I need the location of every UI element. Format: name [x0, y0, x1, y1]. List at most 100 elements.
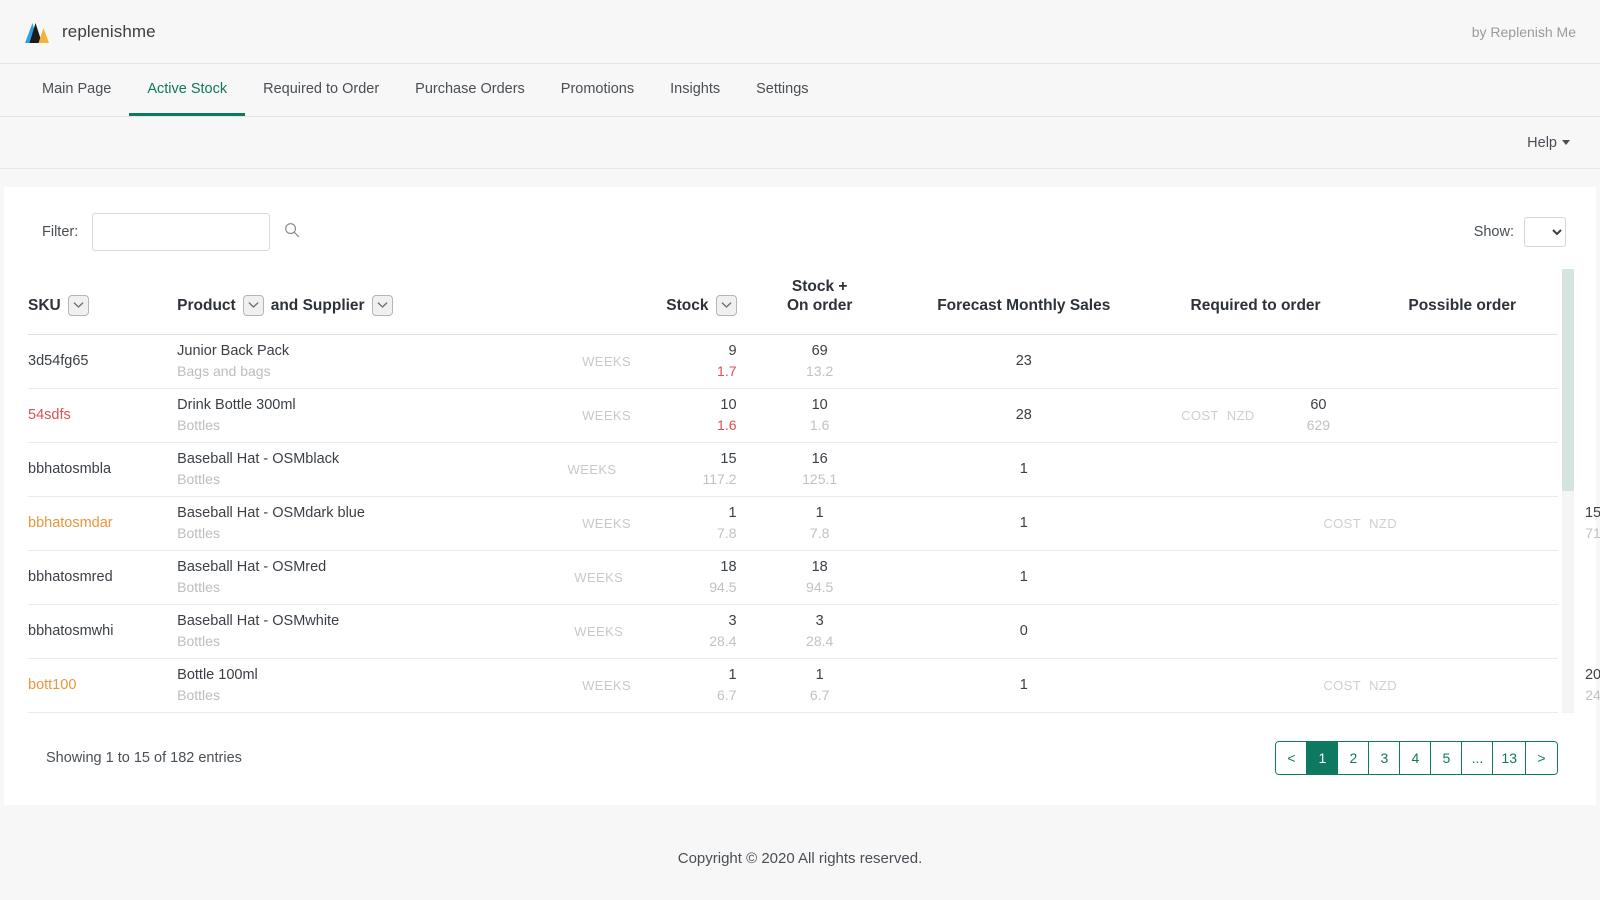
show-label: Show: [1474, 224, 1514, 240]
cost-currency-label: COST NZD [1323, 516, 1397, 531]
tab-settings[interactable]: Settings [738, 64, 826, 116]
stock-weeks-value: 6.7 [717, 687, 736, 705]
pagination-next[interactable]: > [1526, 742, 1557, 774]
th-forecast: Forecast Monthly Sales [903, 269, 1145, 334]
scrollbar-thumb[interactable] [1562, 269, 1574, 491]
table-vertical-scrollbar[interactable] [1562, 269, 1574, 713]
stock-sort-chevron-down-icon[interactable] [716, 295, 737, 316]
cost-currency-label: COST NZD [1323, 678, 1397, 693]
stock-weeks-value: 1.6 [717, 417, 736, 435]
tab-insights[interactable]: Insights [652, 64, 738, 116]
cell-product: Baseball Hat - OSMredBottles [177, 550, 510, 604]
table-toolbar: Filter: Show: 152550100 [4, 187, 1596, 269]
filter-input[interactable] [103, 224, 284, 240]
pagination: <12345...13> [1275, 741, 1558, 775]
pagination-ellipsis[interactable]: ... [1462, 742, 1493, 774]
table-row[interactable]: bbhatosmredBaseball Hat - OSMredBottlesW… [28, 550, 1558, 604]
pagination-page-5[interactable]: 5 [1431, 742, 1462, 774]
caret-down-icon [1562, 140, 1570, 145]
cell-possible-order [1366, 334, 1558, 388]
help-dropdown[interactable]: Help [1527, 135, 1570, 151]
sku-value[interactable]: 3d54fg65 [28, 353, 88, 369]
forecast-value: 1 [903, 460, 1145, 478]
cell-stock: WEEKS328.4 [510, 604, 737, 658]
sku-value[interactable]: bbhatosmdar [28, 515, 113, 531]
stock-weeks-value: 7.8 [717, 525, 736, 543]
mountain-logo-icon [24, 20, 50, 44]
cell-stock: WEEKS91.7 [510, 334, 737, 388]
cell-stock-on-order: 16.7 [737, 658, 903, 712]
brand-byline: by Replenish Me [1472, 24, 1576, 40]
cell-stock-on-order: 6913.2 [737, 334, 903, 388]
tab-promotions[interactable]: Promotions [543, 64, 652, 116]
table-row[interactable]: bbhatosmdar Baseball Hat - OSMdark blueBo… [28, 496, 1558, 550]
stock-value: 3 [709, 612, 736, 630]
table-row[interactable]: bott100Bottle 100mlBottlesWEEKS16.716.71… [28, 658, 1558, 712]
forecast-value: 1 [903, 514, 1145, 532]
table-footer: Showing 1 to 15 of 182 entries <12345...… [4, 713, 1596, 805]
pagination-prev[interactable]: < [1276, 742, 1307, 774]
filter-label: Filter: [42, 224, 78, 240]
cell-sku: 54sdfs [28, 388, 177, 442]
product-sort-chevron-down-icon[interactable] [243, 295, 264, 316]
pagination-page-1[interactable]: 1 [1307, 742, 1338, 774]
cell-product: Baseball Hat - OSMdark blueBottles [177, 496, 510, 550]
stock-table: SKU Product [28, 269, 1558, 713]
forecast-value: 28 [903, 406, 1145, 424]
search-icon [284, 222, 300, 243]
table-row[interactable]: 54sdfs Drink Bottle 300mlBottles WEEKS 10 1.… [28, 388, 1558, 442]
brand-logo-group[interactable]: replenishme [24, 20, 156, 44]
sku-value[interactable]: bott100 [28, 677, 76, 693]
table-row[interactable]: bbhatosmwhiBaseball Hat - OSMwhiteBottle… [28, 604, 1558, 658]
possible-value: 20 [1585, 666, 1600, 684]
cell-sku: 3d54fg65 [28, 334, 177, 388]
sku-value[interactable]: bbhatosmred [28, 569, 113, 585]
show-entries-select[interactable]: 152550100 [1524, 217, 1566, 247]
tab-active-stock[interactable]: Active Stock [129, 64, 245, 116]
header-row: SKU Product [28, 269, 1558, 334]
cell-sku: bbhatosmdar [28, 496, 177, 550]
weeks-label: WEEKS [582, 408, 631, 423]
main-nav: Main Page Active Stock Required to Order… [0, 64, 1600, 117]
pagination-page-13[interactable]: 13 [1493, 742, 1526, 774]
stock-value: 15 [703, 450, 737, 468]
sku-value[interactable]: bbhatosmwhi [28, 623, 113, 639]
brand-name: replenishme [62, 22, 156, 42]
table-row[interactable]: bbhatosmblaBaseball Hat - OSMblackBottle… [28, 442, 1558, 496]
tab-purchase-orders[interactable]: Purchase Orders [397, 64, 543, 116]
product-name: Baseball Hat - OSMred [177, 558, 510, 576]
pagination-page-4[interactable]: 4 [1400, 742, 1431, 774]
tab-required-to-order[interactable]: Required to Order [245, 64, 397, 116]
table-row[interactable]: 3d54fg65Junior Back PackBags and bagsWEE… [28, 334, 1558, 388]
sku-sort-chevron-down-icon[interactable] [68, 295, 89, 316]
forecast-value: 0 [903, 622, 1145, 640]
forecast-value: 23 [903, 352, 1145, 370]
sku-value[interactable]: bbhatosmbla [28, 461, 111, 477]
weeks-label: WEEKS [582, 678, 631, 693]
on-order-value: 18 [737, 558, 903, 576]
filter-input-wrap[interactable] [92, 213, 270, 251]
stock-value: 10 [717, 396, 736, 414]
weeks-label: WEEKS [582, 354, 631, 369]
th-stock-label: Stock [666, 296, 708, 315]
supplier-sort-chevron-down-icon[interactable] [372, 295, 393, 316]
cell-sku: bbhatosmwhi [28, 604, 177, 658]
cell-required-to-order [1145, 604, 1367, 658]
cell-required-to-order: COST NZD60629 [1145, 388, 1367, 442]
cell-stock: WEEKS17.8 [510, 496, 737, 550]
th-on-order-line1: Stock + [737, 277, 903, 296]
pagination-page-3[interactable]: 3 [1369, 742, 1400, 774]
cell-product: Drink Bottle 300mlBottles [177, 388, 510, 442]
th-sku: SKU [28, 269, 177, 334]
sku-value[interactable]: 54sdfs [28, 407, 71, 423]
on-order-weeks-value: 7.8 [737, 525, 903, 543]
stock-value: 9 [717, 342, 736, 360]
required-value: 60 [1307, 396, 1330, 414]
possible-value: 15 [1585, 504, 1600, 522]
on-order-weeks-value: 28.4 [737, 633, 903, 651]
th-stock: Stock [510, 269, 737, 334]
pagination-page-2[interactable]: 2 [1338, 742, 1369, 774]
forecast-value: 1 [903, 676, 1145, 694]
product-name: Baseball Hat - OSMblack [177, 450, 510, 468]
tab-main-page[interactable]: Main Page [24, 64, 129, 116]
